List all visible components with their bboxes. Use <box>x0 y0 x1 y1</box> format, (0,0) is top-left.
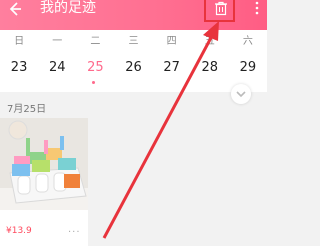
weekday-thu: 四 <box>166 36 177 47</box>
date-27[interactable]: 27 <box>153 60 191 76</box>
product-image <box>0 118 88 210</box>
weekday-mon: 一 <box>52 36 63 47</box>
delete-highlight-box <box>204 0 235 22</box>
date-calendar: 日 一 二 三 四 五 六 23 24 25 26 27 28 29 <box>0 30 267 92</box>
card-more-icon[interactable]: ··· <box>68 228 81 238</box>
date-row: 23 24 25 26 27 28 29 <box>0 60 267 76</box>
page-title: 我的足迹 <box>40 0 96 16</box>
date-26[interactable]: 26 <box>114 60 152 76</box>
section-date-label: 7月25日 <box>7 104 47 115</box>
weekday-fri: 五 <box>204 36 215 47</box>
weekday-tue: 二 <box>90 36 101 47</box>
top-header: 我的足迹 <box>0 0 267 30</box>
date-29[interactable]: 29 <box>229 60 267 76</box>
product-card[interactable]: ¥13.9 ··· <box>0 118 88 246</box>
expand-calendar-button[interactable] <box>231 84 251 104</box>
date-28[interactable]: 28 <box>191 60 229 76</box>
date-23[interactable]: 23 <box>0 60 38 76</box>
weekday-sun: 日 <box>14 36 25 47</box>
more-vertical-icon[interactable] <box>254 0 260 16</box>
date-24[interactable]: 24 <box>38 60 76 76</box>
weekday-row: 日 一 二 三 四 五 六 <box>0 36 267 48</box>
arrow-left-icon[interactable] <box>6 0 24 18</box>
chevron-down-icon <box>236 91 246 98</box>
product-price: ¥13.9 <box>6 226 32 236</box>
date-25-selected[interactable]: 25 <box>76 60 114 76</box>
selected-date-dot <box>92 81 95 84</box>
weekday-wed: 三 <box>128 36 139 47</box>
weekday-sat: 六 <box>242 36 253 47</box>
